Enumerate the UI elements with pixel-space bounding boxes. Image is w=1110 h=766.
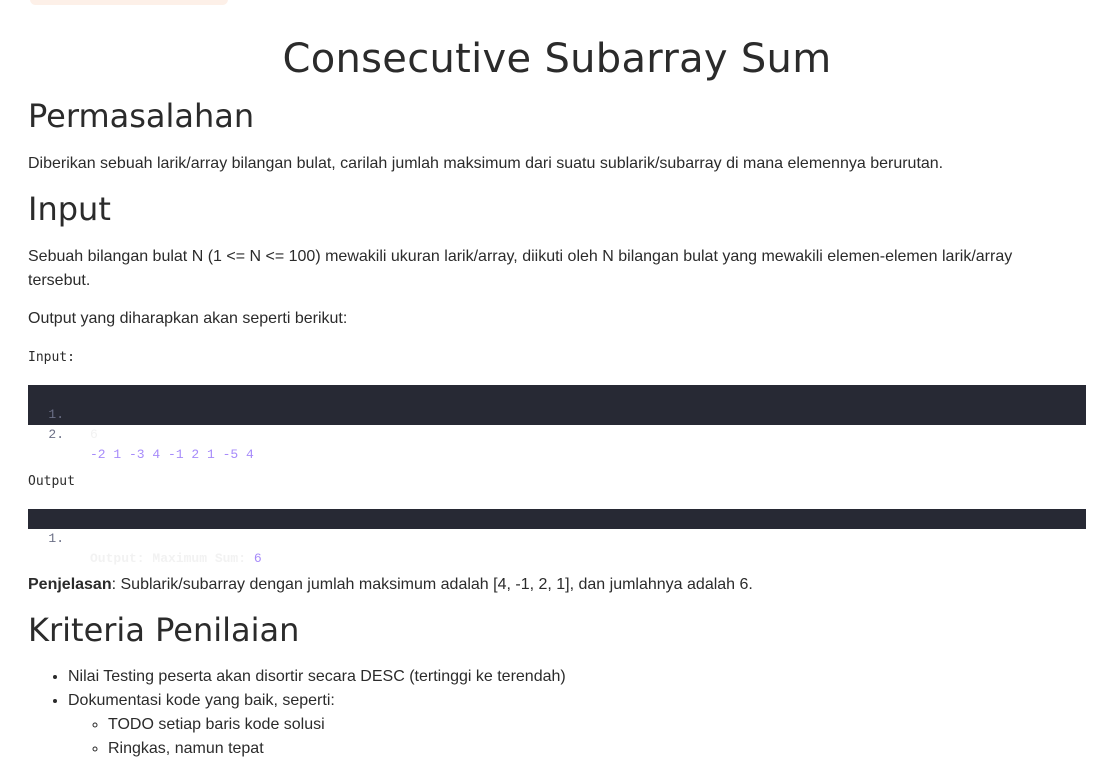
code-line: 1. 6 <box>28 385 1086 442</box>
code-line: 2. -2 1 -3 4 -1 2 1 -5 4 <box>28 405 1086 462</box>
criteria-item-text: Nilai Testing peserta akan disortir seca… <box>68 668 566 685</box>
problem-text: Diberikan sebuah larik/array bilangan bu… <box>28 155 944 172</box>
explanation-body: : Sublarik/subarray dengan jumlah maksim… <box>111 576 753 593</box>
explanation-label: Penjelasan <box>28 576 112 593</box>
page-title: Consecutive Subarray Sum <box>282 36 832 82</box>
criteria-subitem-text: TODO setiap baris kode solusi <box>108 716 325 733</box>
top-card-edge <box>30 0 228 5</box>
list-item: Nilai Testing peserta akan disortir seca… <box>68 665 566 689</box>
explanation-text: Penjelasan: Sublarik/subarray dengan jum… <box>28 573 1068 597</box>
line-number: 2. <box>48 427 64 442</box>
input-description: Sebuah bilangan bulat N (1 <= N <= 100) … <box>28 248 1013 289</box>
code-text: Output: Maximum Sum: 6 <box>90 549 262 569</box>
list-item: Dokumentasi kode yang baik, seperti: TOD… <box>68 689 566 761</box>
code-line: 1. Output: Maximum Sum: 6 <box>28 509 1086 566</box>
input-heading: Input <box>28 190 111 228</box>
criteria-list: Nilai Testing peserta akan disortir seca… <box>28 665 566 761</box>
input-code-block: 1. 6 2. -2 1 -3 4 -1 2 1 -5 4 <box>28 385 1086 462</box>
problem-heading: Permasalahan <box>28 97 255 135</box>
expected-output-text: Output yang diharapkan akan seperti beri… <box>28 310 348 327</box>
list-item: Ringkas, namun tepat <box>108 737 566 761</box>
output-code-block: 1. Output: Maximum Sum: 6 <box>28 509 1086 566</box>
output-label: Output <box>28 474 75 489</box>
list-item: TODO setiap baris kode solusi <box>108 713 566 737</box>
criteria-sublist: TODO setiap baris kode solusi Ringkas, n… <box>68 713 566 761</box>
code-text: 6 <box>90 427 98 442</box>
criteria-subitem-text: Ringkas, namun tepat <box>108 740 264 757</box>
output-value: 6 <box>253 551 262 566</box>
line-number: 1. <box>48 531 64 546</box>
criteria-heading: Kriteria Penilaian <box>28 611 300 649</box>
code-text: -2 1 -3 4 -1 2 1 -5 4 <box>90 447 254 462</box>
criteria-item-text: Dokumentasi kode yang baik, seperti: <box>68 692 335 709</box>
input-label: Input: <box>28 350 75 365</box>
output-prefix: Output: Maximum Sum: <box>90 551 254 566</box>
